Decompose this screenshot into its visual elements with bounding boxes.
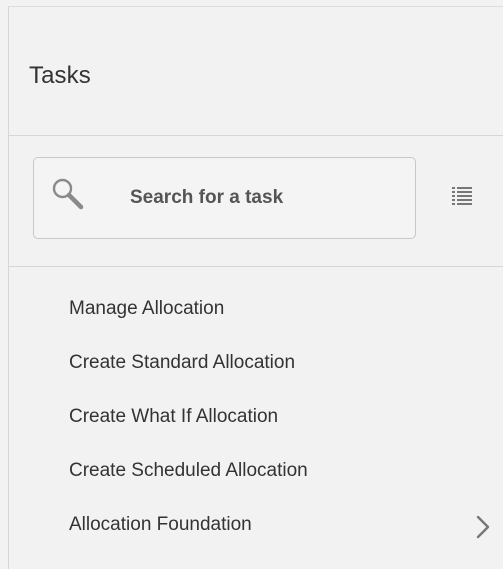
task-list: Manage Allocation Create Standard Alloca… — [0, 288, 503, 558]
search-input[interactable] — [130, 183, 390, 213]
task-item-allocation-foundation[interactable]: Allocation Foundation — [0, 504, 503, 558]
search-divider — [9, 266, 503, 267]
search-field[interactable] — [33, 157, 416, 239]
panel-title: Tasks — [29, 62, 91, 89]
task-label: Create Standard Allocation — [69, 352, 296, 373]
task-label: Create What If Allocation — [69, 406, 279, 427]
header-divider — [9, 135, 503, 136]
task-label: Manage Allocation — [69, 298, 225, 319]
list-view-icon[interactable] — [452, 186, 472, 208]
task-item-create-what-if-allocation[interactable]: Create What If Allocation — [0, 396, 503, 450]
tasks-panel: Tasks Manage Allocation Create Standard … — [0, 0, 503, 569]
task-label: Allocation Foundation — [69, 514, 252, 535]
task-item-create-standard-allocation[interactable]: Create Standard Allocation — [0, 342, 503, 396]
chevron-right-icon[interactable] — [475, 512, 491, 542]
task-item-create-scheduled-allocation[interactable]: Create Scheduled Allocation — [0, 450, 503, 504]
search-icon — [52, 178, 84, 210]
task-label: Create Scheduled Allocation — [69, 460, 308, 481]
task-item-manage-allocation[interactable]: Manage Allocation — [0, 288, 503, 342]
